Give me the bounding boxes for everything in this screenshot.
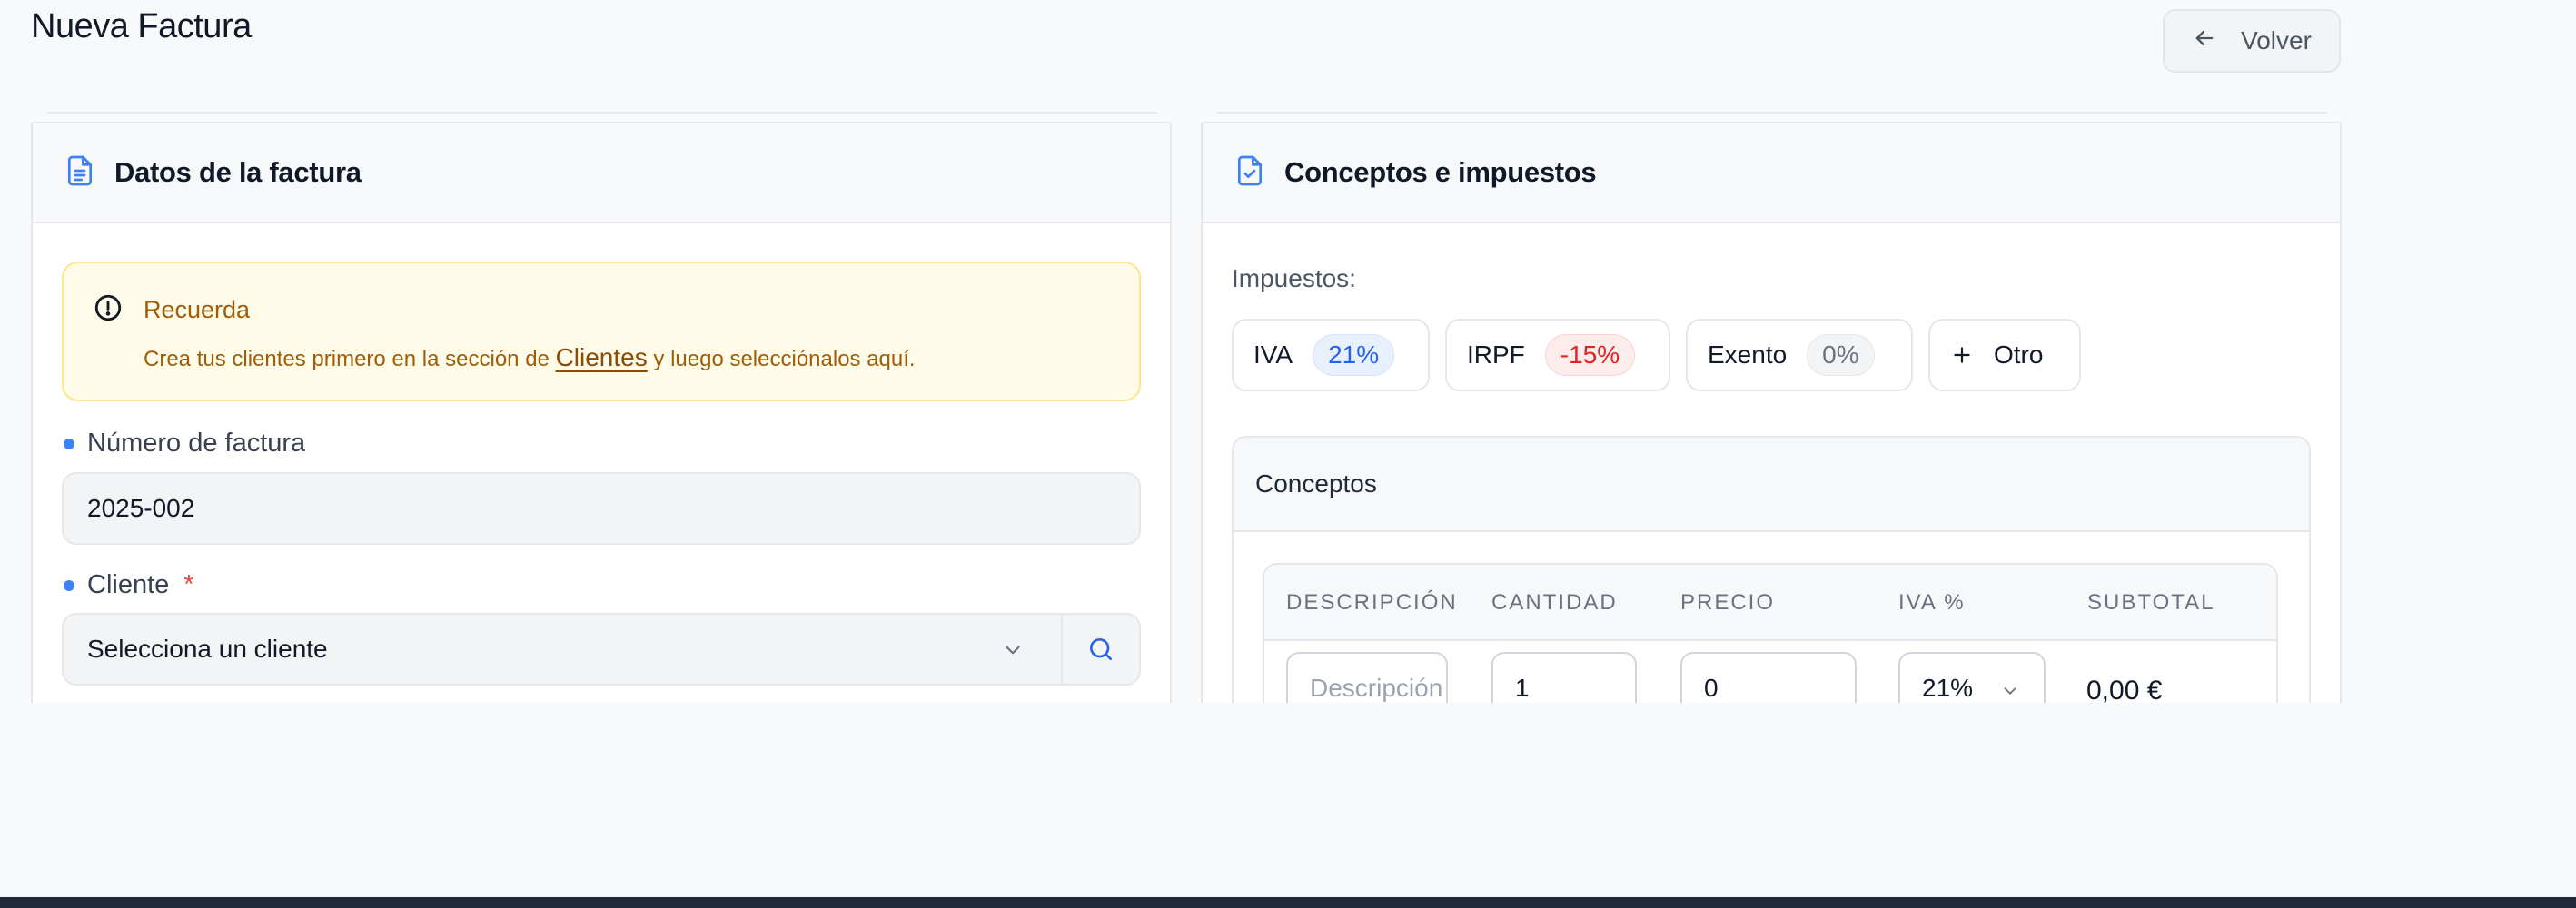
page-title: Nueva Factura xyxy=(31,7,252,45)
tax-chip-irpf[interactable]: IRPF -15% xyxy=(1445,319,1670,391)
reminder-alert: Recuerda Crea tus clientes primero en la… xyxy=(62,262,1141,401)
add-tax-button[interactable]: Otro xyxy=(1928,319,2081,391)
field-dot xyxy=(64,579,74,591)
required-mark: * xyxy=(183,570,194,599)
card-title: Conceptos e impuestos xyxy=(1284,156,1597,188)
card-divider xyxy=(47,112,1157,114)
concepts-taxes-card: Conceptos e impuestos Impuestos: IVA 21%… xyxy=(1201,122,2342,703)
card-divider xyxy=(1217,112,2327,114)
chevron-down-icon xyxy=(1006,646,1020,655)
document-text-icon xyxy=(62,153,98,193)
column-header-subtotal: SUBTOTAL xyxy=(2087,590,2215,615)
card-title: Datos de la factura xyxy=(114,156,362,188)
concepts-panel: Conceptos DESCRIPCIÓN CANTIDAD PRECIO IV… xyxy=(1232,436,2311,703)
tax-name: IVA xyxy=(1253,340,1293,369)
alert-title: Recuerda xyxy=(144,296,251,323)
arrow-left-icon xyxy=(2192,25,2217,57)
card-header: Datos de la factura xyxy=(33,123,1170,223)
field-dot xyxy=(64,438,74,449)
price-input[interactable]: 0 xyxy=(1680,652,1857,703)
add-tax-label: Otro xyxy=(1994,340,2044,369)
document-check-icon xyxy=(1232,153,1268,193)
clients-link[interactable]: Clientes xyxy=(556,343,648,371)
description-input[interactable]: Descripción xyxy=(1286,652,1448,703)
plus-icon xyxy=(1954,347,1970,363)
client-select[interactable]: Selecciona un cliente xyxy=(64,615,1061,684)
invoice-data-card: Datos de la factura Recuerda Crea tus cl… xyxy=(31,122,1172,703)
column-header-iva: IVA % xyxy=(1898,590,1966,615)
client-search-button[interactable] xyxy=(1061,615,1139,684)
alert-text-before: Crea tus clientes primero en la sección … xyxy=(144,347,556,371)
invoice-number-label-text: Número de factura xyxy=(87,429,306,458)
client-label: Cliente * xyxy=(64,570,194,600)
client-select-group: Selecciona un cliente xyxy=(62,613,1141,686)
tax-chip-exento[interactable]: Exento 0% xyxy=(1686,319,1913,391)
alert-text-after: y luego selecciónalos aquí. xyxy=(647,347,916,371)
chevron-down-icon xyxy=(2004,687,2016,695)
tax-chip-iva[interactable]: IVA 21% xyxy=(1232,319,1430,391)
client-label-text: Cliente xyxy=(87,570,170,599)
alert-text: Crea tus clientes primero en la sección … xyxy=(144,343,916,372)
tax-rate-badge: 21% xyxy=(1313,334,1395,376)
tax-rate-badge: -15% xyxy=(1544,334,1636,376)
invoice-number-label: Número de factura xyxy=(64,429,305,459)
bottom-edge xyxy=(0,897,2576,908)
delete-row-button[interactable]: ✕ xyxy=(2274,672,2276,703)
concepts-table: DESCRIPCIÓN CANTIDAD PRECIO IVA % SUBTOT… xyxy=(1263,563,2278,703)
quantity-input[interactable]: 1 xyxy=(1491,652,1637,703)
tax-name: IRPF xyxy=(1467,340,1525,369)
tax-rate-badge: 0% xyxy=(1807,334,1875,376)
tax-name: Exento xyxy=(1708,340,1788,369)
invoice-number-input[interactable]: 2025-002 xyxy=(62,472,1141,545)
alert-circle-icon xyxy=(93,292,124,323)
column-header-quantity: CANTIDAD xyxy=(1491,590,1618,615)
back-button-label: Volver xyxy=(2241,26,2312,54)
column-header-description: DESCRIPCIÓN xyxy=(1286,590,1458,615)
concepts-title: Conceptos xyxy=(1234,438,2309,532)
search-icon xyxy=(1090,638,1112,660)
iva-select[interactable]: 21% xyxy=(1898,652,2046,703)
taxes-label: Impuestos: xyxy=(1232,264,1356,292)
table-header: DESCRIPCIÓN CANTIDAD PRECIO IVA % SUBTOT… xyxy=(1264,565,2276,641)
column-header-price: PRECIO xyxy=(1680,590,1776,615)
card-header: Conceptos e impuestos xyxy=(1203,123,2340,223)
client-select-value: Selecciona un cliente xyxy=(87,635,328,663)
row-subtotal: 0,00 € xyxy=(2086,676,2163,703)
iva-select-value: 21% xyxy=(1922,674,1974,702)
back-button[interactable]: Volver xyxy=(2163,9,2341,73)
